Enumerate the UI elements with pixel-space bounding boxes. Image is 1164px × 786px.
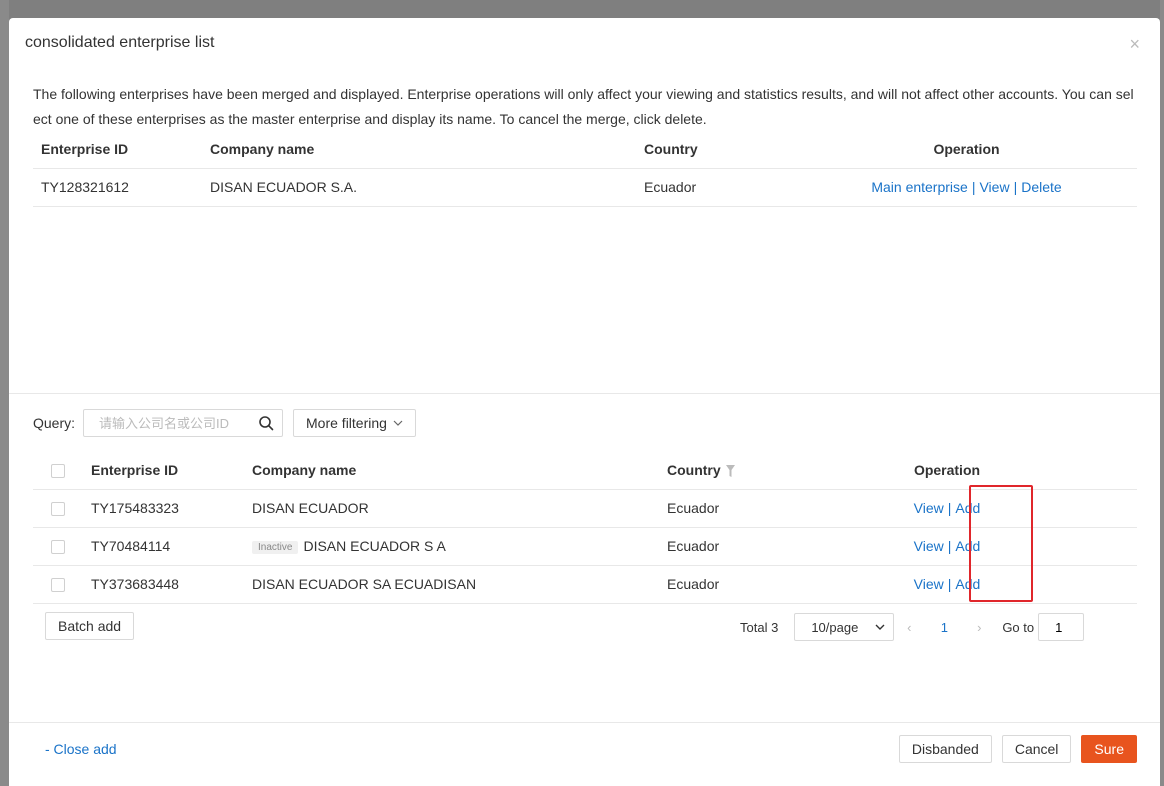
footer-divider [9, 722, 1160, 723]
row-checkbox[interactable] [51, 540, 65, 555]
close-icon[interactable]: × [1129, 35, 1140, 53]
page-size-select[interactable]: 10/page [794, 613, 895, 641]
prev-page-icon[interactable]: ‹ [894, 620, 924, 635]
table-header-row: Enterprise ID Company name Country Opera… [33, 131, 1137, 169]
goto-page: Go to [1002, 613, 1085, 641]
status-badge: Inactive [252, 540, 299, 554]
row-checkbox[interactable] [51, 502, 65, 517]
table-row: TY128321612 DISAN ECUADOR S.A. Ecuador M… [33, 168, 1137, 207]
cell-company-name: Inactive DISAN ECUADOR S A [252, 527, 667, 566]
cell-checkbox [33, 489, 91, 528]
search-box [83, 409, 284, 437]
cell-company-name: DISAN ECUADOR S.A. [202, 168, 636, 207]
cell-operation: Main enterprise | View | Delete [796, 168, 1137, 207]
consolidated-enterprise-modal: consolidated enterprise list × The follo… [9, 18, 1160, 786]
close-add-link[interactable]: - Close add [45, 741, 117, 757]
select-all-checkbox[interactable] [51, 463, 65, 478]
cell-enterprise-id: TY128321612 [33, 168, 202, 207]
header-country: Country [636, 131, 796, 169]
next-page-icon[interactable]: › [964, 620, 994, 635]
separator: | [947, 576, 952, 592]
background-page-edge-left [0, 0, 9, 786]
section-divider [9, 393, 1160, 394]
sure-button[interactable]: Sure [1081, 735, 1137, 763]
modal-header: consolidated enterprise list × [9, 18, 1160, 70]
header-select-all [33, 451, 91, 490]
page-size-value: 10/page [811, 619, 859, 635]
background-page-edge-right [1160, 0, 1164, 786]
batch-add-button[interactable]: Batch add [45, 612, 135, 640]
query-label: Query: [33, 415, 76, 431]
disbanded-button[interactable]: Disbanded [898, 735, 992, 763]
header-enterprise-id: Enterprise ID [91, 451, 252, 490]
view-link[interactable]: View [979, 179, 1009, 195]
header-operation: Operation [796, 131, 1137, 169]
chevron-down-icon [393, 420, 403, 426]
cell-checkbox [33, 565, 91, 604]
merged-enterprise-table: Enterprise ID Company name Country Opera… [33, 131, 1137, 207]
company-name-text: DISAN ECUADOR S A [303, 538, 446, 554]
header-company-name: Company name [202, 131, 636, 169]
goto-input[interactable] [1038, 613, 1085, 641]
search-input[interactable] [99, 415, 250, 431]
more-filtering-label: More filtering [306, 415, 387, 431]
separator: | [971, 179, 976, 195]
total-count: Total 3 [740, 619, 779, 635]
separator: | [1013, 179, 1018, 195]
delete-link[interactable]: Delete [1021, 179, 1061, 195]
modal-title: consolidated enterprise list [25, 34, 215, 51]
cell-enterprise-id: TY175483323 [91, 489, 252, 528]
view-link[interactable]: View [914, 576, 944, 592]
cell-country: Ecuador [667, 565, 867, 604]
footer-buttons: Disbanded Cancel Sure [889, 735, 1137, 763]
search-icon[interactable] [258, 415, 274, 431]
cell-country: Ecuador [667, 527, 867, 566]
goto-label: Go to [1002, 619, 1035, 635]
separator: | [947, 538, 952, 554]
page-number-current[interactable]: 1 [924, 620, 964, 635]
header-country: Country [667, 451, 867, 490]
main-enterprise-link[interactable]: Main enterprise [871, 179, 968, 195]
pagination: Total 3 10/page ‹ 1 › Go to [740, 613, 1085, 641]
header-operation-label: Operation [913, 461, 981, 478]
filter-icon[interactable] [725, 465, 735, 478]
row-checkbox[interactable] [51, 578, 65, 593]
cancel-button[interactable]: Cancel [1001, 735, 1072, 763]
separator: | [947, 500, 952, 516]
header-company-name: Company name [252, 451, 667, 490]
header-enterprise-id: Enterprise ID [33, 131, 202, 169]
more-filtering-button[interactable]: More filtering [293, 409, 416, 437]
cell-enterprise-id: TY373683448 [91, 565, 252, 604]
chevron-down-icon [875, 624, 885, 630]
cell-checkbox [33, 527, 91, 566]
cell-country: Ecuador [667, 489, 867, 528]
cell-company-name: DISAN ECUADOR SA ECUADISAN [252, 565, 667, 604]
add-column-highlight-box [969, 485, 1033, 602]
view-link[interactable]: View [914, 500, 944, 516]
header-country-label: Country [667, 461, 721, 478]
table-header-row: Enterprise ID Company name Country Opera… [33, 451, 1137, 490]
cell-company-name: DISAN ECUADOR [252, 489, 667, 528]
header-operation: Operation [867, 451, 1137, 490]
cell-country: Ecuador [636, 168, 796, 207]
query-bar: Query: More filtering [33, 409, 416, 437]
view-link[interactable]: View [914, 538, 944, 554]
cell-enterprise-id: TY70484114 [91, 527, 252, 566]
merge-description: The following enterprises have been merg… [33, 86, 1134, 127]
